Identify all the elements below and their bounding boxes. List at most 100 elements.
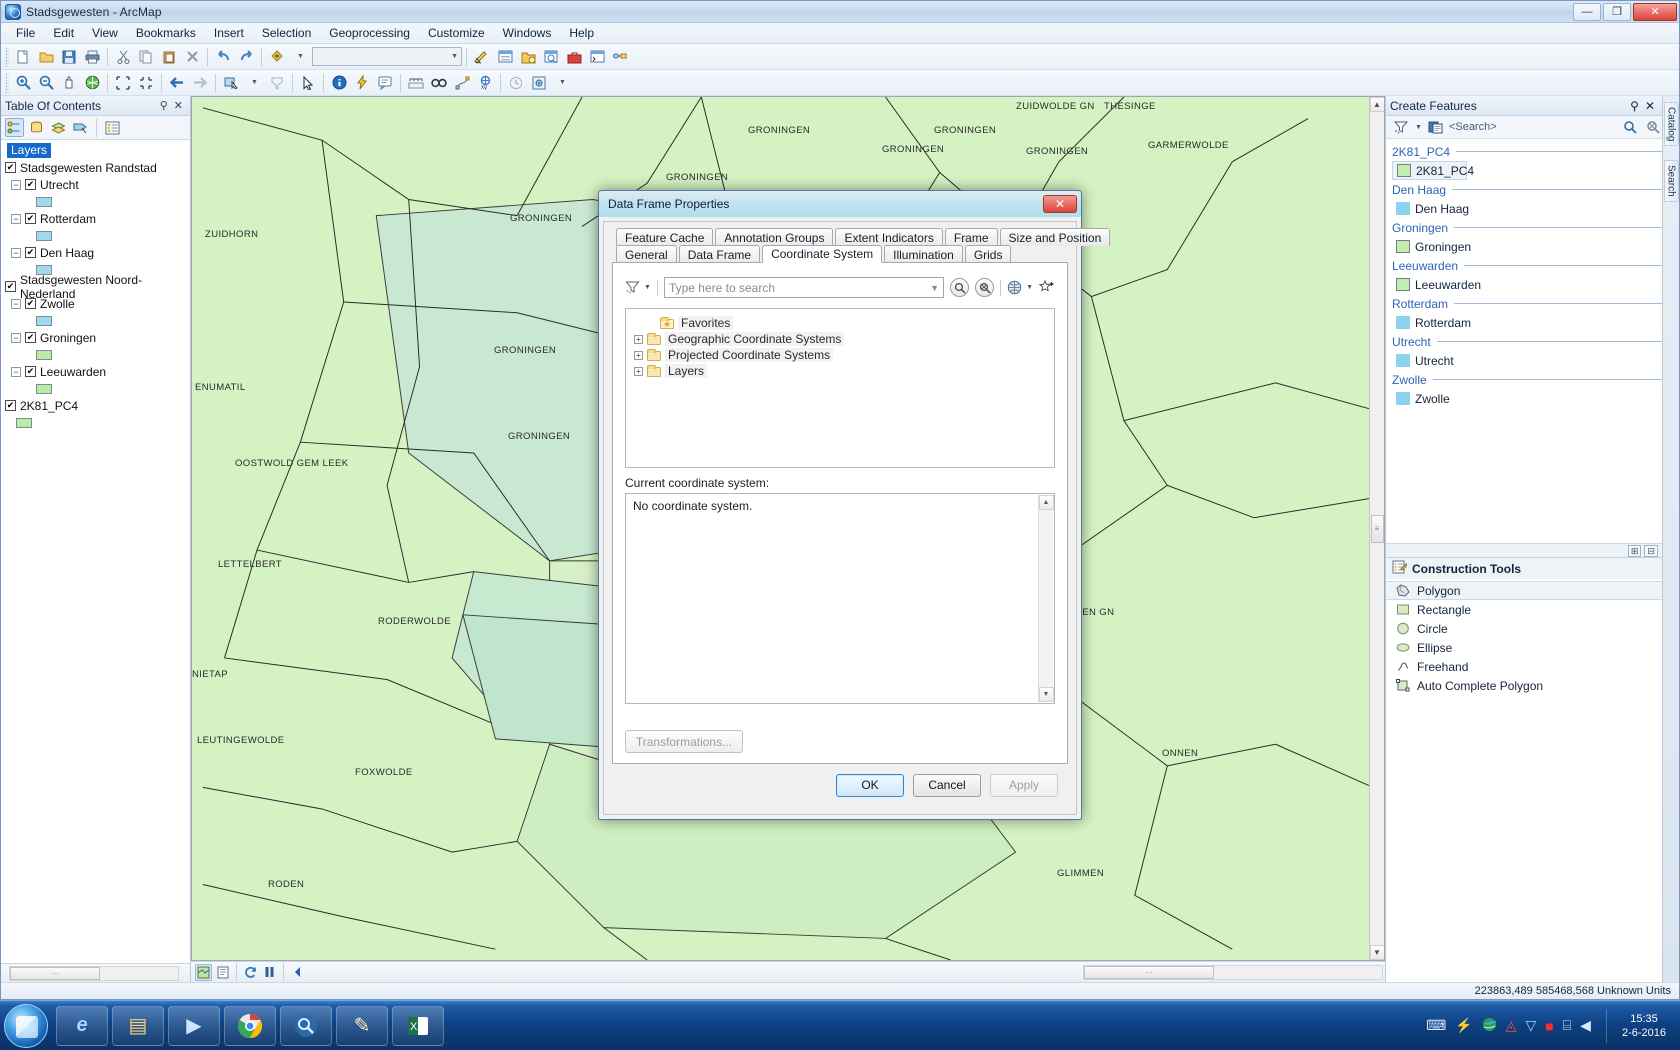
find-icon[interactable] [428, 72, 450, 94]
bell-icon[interactable]: ◬ [1506, 1017, 1517, 1034]
side-tab-catalog[interactable]: Catalog [1663, 102, 1679, 147]
collapse-icon[interactable]: − [11, 179, 21, 190]
chevron-down-icon[interactable]: ▼ [1026, 284, 1033, 291]
data-view-icon[interactable] [195, 963, 212, 981]
toc-layer-tree[interactable]: Layers ✔ Stadsgewesten Randstad − ✔ Utre… [1, 140, 190, 963]
internet-explorer-icon[interactable]: e [56, 1005, 108, 1046]
add-data-dropdown-icon[interactable]: ▼ [289, 46, 311, 68]
tab-extent-indicators[interactable]: Extent Indicators [835, 228, 943, 246]
hyperlink-icon[interactable] [351, 72, 373, 94]
toc-item-stadsgewesten-noord-nederland[interactable]: ✔ Stadsgewesten Noord-Nederland [1, 273, 190, 301]
create-features-search[interactable]: <Search> [1449, 118, 1616, 136]
expand-icon[interactable]: + [634, 334, 643, 344]
print-icon[interactable] [81, 46, 103, 68]
toc-item-utrecht[interactable]: − ✔ Utrecht [1, 176, 190, 193]
toc-item-rotterdam[interactable]: − ✔ Rotterdam [1, 210, 190, 227]
measure-icon[interactable] [405, 72, 427, 94]
menu-file[interactable]: File [7, 24, 44, 42]
menu-view[interactable]: View [83, 24, 127, 42]
scroll-down-icon[interactable]: ▼ [1038, 687, 1054, 702]
tab-grids[interactable]: Grids [964, 245, 1012, 263]
collapse-icon[interactable]: − [11, 247, 21, 258]
list-by-visibility-icon[interactable] [49, 118, 68, 137]
cf-template-rotterdam[interactable]: Rotterdam [1392, 313, 1662, 332]
cut-icon[interactable] [112, 46, 134, 68]
pin-icon[interactable]: ⚲ [1627, 99, 1642, 113]
layer-checkbox[interactable]: ✔ [25, 213, 36, 224]
chevron-down-icon[interactable]: ▼ [644, 284, 651, 291]
tab-illumination[interactable]: Illumination [884, 245, 963, 263]
scroll-down-icon[interactable]: ▼ [1369, 945, 1384, 960]
coordinate-system-tree[interactable]: ★ Favorites + Geographic Coordinate Syst… [625, 308, 1055, 468]
globe-icon[interactable]: ▼ [1007, 280, 1033, 295]
organize-templates-icon[interactable] [1426, 118, 1445, 137]
menu-windows[interactable]: Windows [494, 24, 561, 42]
globe-icon[interactable] [1482, 1017, 1497, 1035]
taskbar-clock[interactable]: 15:35 2-6-2016 [1622, 1012, 1674, 1040]
dialog-close-button[interactable]: ✕ [1043, 195, 1077, 213]
toolbar-grip[interactable] [5, 72, 9, 93]
apply-button[interactable]: Apply [990, 773, 1058, 797]
redo-icon[interactable] [235, 46, 257, 68]
menu-edit[interactable]: Edit [44, 24, 83, 42]
menu-geoprocessing[interactable]: Geoprocessing [320, 24, 419, 42]
catalog-icon[interactable] [517, 46, 539, 68]
paste-icon[interactable] [158, 46, 180, 68]
options-icon[interactable] [103, 118, 122, 137]
toc-item-stadsgewesten-randstad[interactable]: ✔ Stadsgewesten Randstad [1, 159, 190, 176]
copy-icon[interactable] [135, 46, 157, 68]
save-icon[interactable] [58, 46, 80, 68]
expand-icon[interactable]: + [634, 350, 643, 360]
previous-extent-icon[interactable] [289, 964, 306, 981]
collapse-all-icon[interactable]: ⊟ [1644, 544, 1658, 557]
find-route-icon[interactable] [451, 72, 473, 94]
close-icon[interactable]: ✕ [1642, 99, 1658, 113]
toc-root-row[interactable]: Layers [1, 142, 190, 159]
tool-polygon[interactable]: Polygon [1386, 581, 1662, 600]
filter-dropdown-icon[interactable]: ▼ [1415, 124, 1422, 131]
google-chrome-icon[interactable] [224, 1005, 276, 1046]
cf-template-groningen[interactable]: Groningen [1392, 237, 1662, 256]
collapse-icon[interactable]: − [11, 332, 21, 343]
lightning-icon[interactable]: ⚡ [1455, 1017, 1472, 1034]
tab-data-frame[interactable]: Data Frame [678, 245, 761, 263]
transformations-button[interactable]: Transformations... [625, 730, 743, 753]
layer-checkbox[interactable]: ✔ [5, 400, 16, 411]
map-scale-combo[interactable]: ▼ [312, 47, 462, 66]
layer-checkbox[interactable]: ✔ [25, 332, 36, 343]
cf-template-zwolle[interactable]: Zwolle [1392, 389, 1662, 408]
map-vscroll-thumb[interactable]: ≡ [1370, 514, 1384, 543]
toc-item-2k81-pc4[interactable]: ✔ 2K81_PC4 [1, 397, 190, 414]
tree-node-layers[interactable]: + Layers [630, 363, 1050, 379]
toolbar-overflow-icon[interactable]: ▼ [551, 72, 573, 94]
identify-icon[interactable] [328, 72, 350, 94]
editor-toolbar-icon[interactable] [471, 46, 493, 68]
pan-icon[interactable] [58, 72, 80, 94]
collapse-icon[interactable]: − [11, 366, 21, 377]
close-icon[interactable]: ✕ [171, 99, 186, 112]
list-by-selection-icon[interactable] [71, 118, 90, 137]
toolbar-grip[interactable] [5, 46, 9, 67]
refresh-icon[interactable] [242, 964, 259, 981]
python-window-icon[interactable] [586, 46, 608, 68]
sound-icon[interactable]: ◀ [1580, 1017, 1591, 1034]
cf-template-den-haag[interactable]: Den Haag [1392, 199, 1662, 218]
layer-checkbox[interactable]: ✔ [5, 281, 16, 292]
chevron-down-icon[interactable]: ▼ [930, 283, 939, 293]
tool-freehand[interactable]: Freehand [1386, 657, 1662, 676]
tool-ellipse[interactable]: Ellipse [1386, 638, 1662, 657]
data-frame-properties-dialog[interactable]: Data Frame Properties ✕ Feature Cache An… [598, 190, 1111, 820]
cf-template-leeuwarden[interactable]: Leeuwarden [1392, 275, 1662, 294]
cf-template-utrecht[interactable]: Utrecht [1392, 351, 1662, 370]
filter-icon[interactable]: ▼ [625, 281, 651, 295]
layer-checkbox[interactable]: ✔ [25, 179, 36, 190]
file-explorer-icon[interactable]: ▤ [112, 1005, 164, 1046]
list-by-drawing-order-icon[interactable] [5, 118, 24, 137]
search-window-icon[interactable] [540, 46, 562, 68]
select-features-dropdown-icon[interactable]: ▼ [243, 72, 265, 94]
network-icon[interactable]: ⌸ [1563, 1017, 1571, 1034]
expand-icon[interactable]: + [634, 366, 643, 376]
collapse-icon[interactable]: − [11, 298, 21, 309]
tab-feature-cache[interactable]: Feature Cache [616, 228, 714, 246]
stop-icon[interactable]: ■ [1545, 1018, 1553, 1034]
